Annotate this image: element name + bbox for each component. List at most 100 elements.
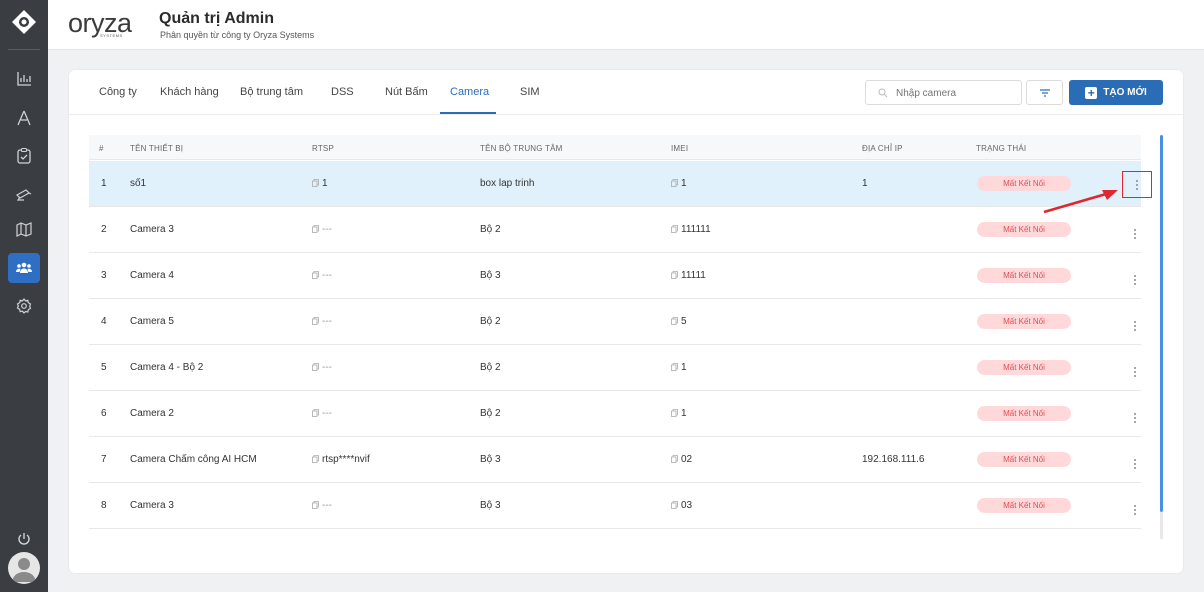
create-button[interactable]: + TẠO MỚI [1069, 80, 1163, 105]
copy-icon[interactable] [671, 179, 678, 187]
status-badge: Mất Kết Nối [977, 176, 1071, 191]
col-device-name: TÊN THIẾT BỊ [130, 144, 184, 153]
search-input[interactable] [896, 85, 1016, 101]
copy-icon[interactable] [671, 225, 678, 233]
copy-icon[interactable] [671, 409, 678, 417]
table-row[interactable]: 5 Camera 4 - Bộ 2 --- Bộ 2 1 Mất Kết Nối [89, 345, 1141, 391]
search-box[interactable] [865, 80, 1022, 105]
copy-icon[interactable] [671, 271, 678, 279]
copy-icon[interactable] [312, 225, 319, 233]
table-header: # TÊN THIẾT BỊ RTSP TÊN BỘ TRUNG TÂM IME… [89, 135, 1141, 160]
copy-icon[interactable] [312, 271, 319, 279]
status-badge: Mất Kết Nối [977, 268, 1071, 283]
team-icon [16, 262, 32, 273]
ip-address: 1 [862, 178, 868, 189]
sidebar-item-cameras[interactable] [0, 177, 48, 209]
copy-icon[interactable] [312, 363, 319, 371]
table-row[interactable]: 8 Camera 3 --- Bộ 3 03 Mất Kết Nối [89, 483, 1141, 529]
status-badge: Mất Kết Nối [977, 406, 1071, 421]
table-row[interactable]: 6 Camera 2 --- Bộ 2 1 Mất Kết Nối [89, 391, 1141, 437]
sidebar-item-tasks[interactable] [0, 140, 48, 172]
imei-value: 11111 [681, 270, 706, 281]
plus-icon: + [1085, 86, 1098, 99]
central-unit: Bộ 3 [480, 454, 501, 465]
rtsp-cell: --- [312, 316, 332, 327]
device-name: số1 [130, 178, 147, 189]
imei-value: 5 [681, 316, 687, 327]
tab-dss[interactable]: DSS [331, 86, 354, 98]
copy-icon[interactable] [671, 501, 678, 509]
brand-logo[interactable]: oryza SYSTEMS [68, 8, 138, 38]
rtsp-cell: --- [312, 270, 332, 281]
copy-icon[interactable] [312, 317, 319, 325]
rtsp-value: rtsp****nvif [322, 454, 370, 465]
imei-cell: 11111 [671, 270, 706, 281]
col-ip-address: ĐỊA CHỈ IP [862, 144, 903, 153]
device-name: Camera 2 [130, 408, 174, 419]
table-row[interactable]: 7 Camera Chấm công AI HCM rtsp****nvif Bộ 3… [89, 437, 1141, 483]
device-name: Camera 4 [130, 270, 174, 281]
copy-icon[interactable] [312, 409, 319, 417]
row-index: 2 [101, 224, 107, 235]
col-imei: IMEI [671, 144, 689, 153]
tab-camera[interactable]: Camera [450, 86, 489, 98]
central-unit: Bộ 2 [480, 316, 501, 327]
tab-company[interactable]: Công ty [99, 86, 137, 98]
rtsp-cell: --- [312, 500, 332, 511]
device-name: Camera 4 - Bộ 2 [130, 362, 204, 373]
row-actions-button[interactable] [1122, 313, 1148, 339]
search-icon [878, 88, 888, 98]
scrollbar-thumb[interactable] [1160, 135, 1163, 512]
avatar[interactable] [8, 552, 40, 584]
tab-sim[interactable]: SIM [520, 86, 540, 98]
sidebar-item-routes[interactable] [0, 102, 48, 134]
logo-icon[interactable] [10, 8, 38, 36]
central-unit: Bộ 2 [480, 408, 501, 419]
scrollbar-track[interactable] [1160, 512, 1163, 539]
device-name: Camera Chấm công AI HCM [130, 454, 257, 465]
central-unit: Bộ 3 [480, 270, 501, 281]
settings-icon [16, 298, 32, 314]
ip-address: 192.168.111.6 [862, 454, 925, 465]
row-actions-button[interactable] [1122, 267, 1148, 293]
rtsp-value: 1 [322, 178, 328, 189]
copy-icon[interactable] [671, 317, 678, 325]
imei-cell: 5 [671, 316, 687, 327]
copy-icon[interactable] [312, 179, 319, 187]
tab-central-units[interactable]: Bộ trung tâm [240, 86, 303, 98]
row-index: 5 [101, 362, 107, 373]
create-button-label: TẠO MỚI [1103, 87, 1147, 98]
sidebar-item-settings[interactable] [0, 290, 48, 322]
road-icon [17, 110, 31, 126]
tab-buttons[interactable]: Nút Bấm [385, 86, 428, 98]
row-actions-button[interactable] [1122, 497, 1148, 523]
table-row[interactable]: 4 Camera 5 --- Bộ 2 5 Mất Kết Nối [89, 299, 1141, 345]
copy-icon[interactable] [312, 501, 319, 509]
rtsp-cell: 1 [312, 178, 328, 189]
imei-cell: 02 [671, 454, 692, 465]
rtsp-value: --- [322, 500, 332, 511]
sidebar-divider [8, 49, 40, 50]
tab-bar: Công ty Khách hàng Bộ trung tâm DSS Nút … [69, 70, 1183, 115]
sidebar-item-map[interactable] [0, 214, 48, 246]
copy-icon[interactable] [312, 455, 319, 463]
row-actions-button[interactable] [1122, 221, 1148, 247]
col-rtsp: RTSP [312, 144, 334, 153]
row-index: 8 [101, 500, 107, 511]
table-row[interactable]: 3 Camera 4 --- Bộ 3 11111 Mất Kết Nối [89, 253, 1141, 299]
row-actions-button[interactable] [1122, 451, 1148, 477]
row-actions-button[interactable] [1122, 405, 1148, 431]
rtsp-value: --- [322, 224, 332, 235]
row-actions-button[interactable] [1122, 359, 1148, 385]
row-actions-button[interactable] [1122, 171, 1152, 198]
sidebar-item-reports[interactable] [0, 63, 48, 95]
sidebar-item-admin[interactable] [8, 253, 40, 283]
table-row[interactable]: 1 số1 1 box lap trinh 1 1 Mất Kết Nối [89, 161, 1152, 207]
copy-icon[interactable] [671, 455, 678, 463]
table-row[interactable]: 2 Camera 3 --- Bộ 2 111111 Mất Kết Nối [89, 207, 1141, 253]
tab-customers[interactable]: Khách hàng [160, 86, 219, 98]
copy-icon[interactable] [671, 363, 678, 371]
row-index: 3 [101, 270, 107, 281]
sidebar-item-logout[interactable] [0, 523, 48, 555]
filter-button[interactable] [1026, 80, 1063, 105]
